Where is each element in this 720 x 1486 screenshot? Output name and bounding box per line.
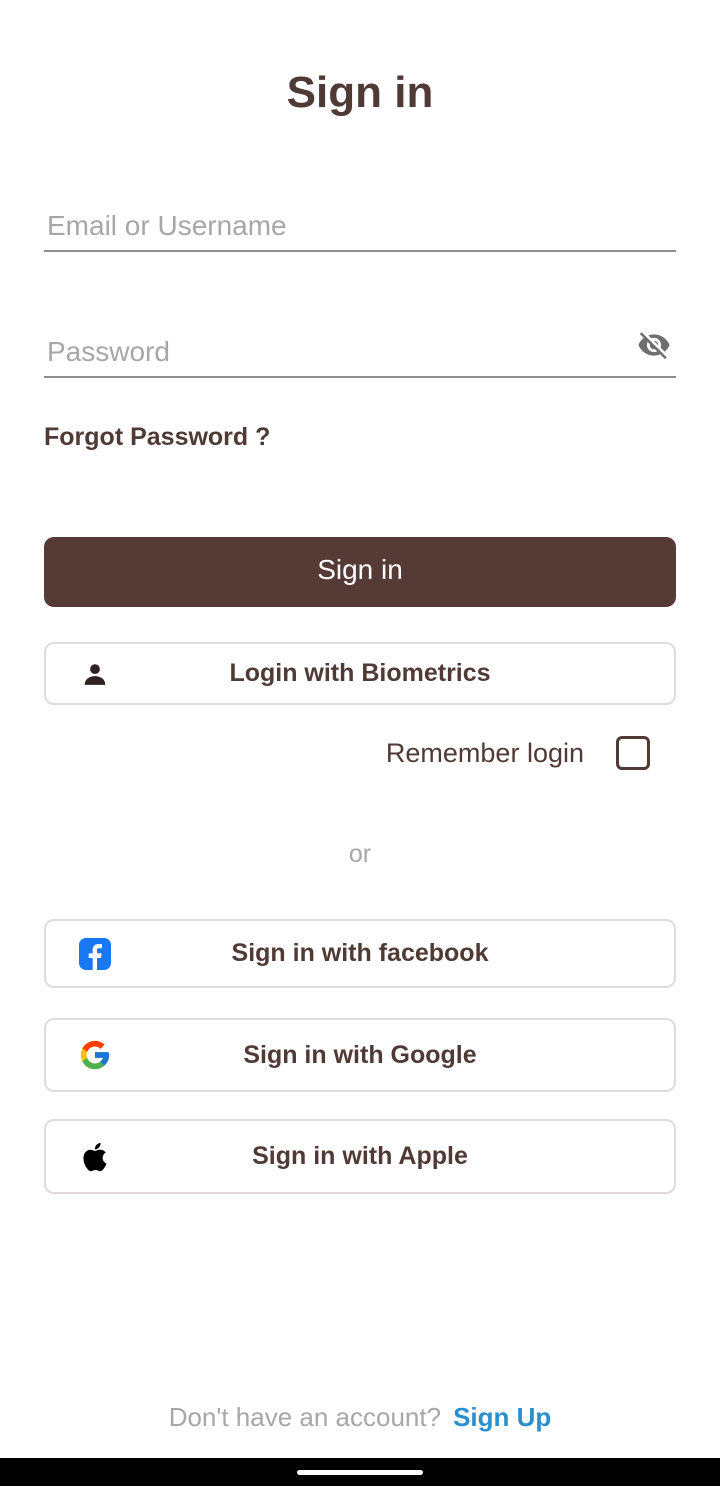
google-icon — [76, 1036, 114, 1074]
remember-login-row: Remember login — [386, 736, 650, 770]
or-separator: or — [348, 840, 372, 868]
page-title: Sign in — [286, 68, 434, 117]
password-field-container — [44, 328, 676, 378]
email-field-container — [44, 202, 676, 252]
email-field[interactable] — [44, 202, 607, 250]
remember-login-label: Remember login — [385, 737, 584, 768]
facebook-icon — [76, 935, 114, 973]
home-indicator[interactable] — [297, 1470, 423, 1475]
apple-icon — [76, 1138, 114, 1176]
forgot-password-link[interactable]: Forgot Password ? — [44, 423, 270, 452]
google-sign-in-label: Sign in with Google — [243, 1040, 477, 1069]
person-icon — [76, 655, 114, 693]
apple-sign-in-label: Sign in with Apple — [252, 1142, 468, 1170]
facebook-sign-in-button[interactable]: Sign in with facebook — [44, 919, 676, 988]
google-sign-in-button[interactable]: Sign in with Google — [44, 1018, 676, 1092]
sign-up-link[interactable]: Sign Up — [453, 1402, 551, 1432]
signup-prompt-text: Don't have an account? — [168, 1402, 442, 1432]
facebook-sign-in-label: Sign in with facebook — [231, 939, 489, 967]
apple-sign-in-button[interactable]: Sign in with Apple — [44, 1119, 676, 1194]
biometrics-login-label: Login with Biometrics — [229, 659, 491, 687]
signup-prompt: Don't have an account? Sign Up — [0, 1402, 720, 1433]
system-navigation-bar — [0, 1458, 720, 1486]
eye-off-icon[interactable] — [636, 328, 672, 362]
password-field[interactable] — [44, 328, 607, 376]
remember-login-checkbox[interactable] — [616, 736, 650, 770]
sign-in-button[interactable]: Sign in — [44, 537, 676, 607]
biometrics-login-button[interactable]: Login with Biometrics — [44, 642, 676, 705]
